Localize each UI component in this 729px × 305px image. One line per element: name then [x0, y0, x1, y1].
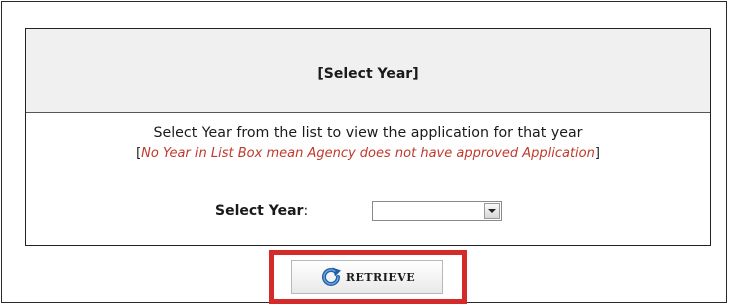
select-year-label: Select Year: — [215, 203, 309, 219]
panel-title: [Select Year] — [317, 65, 419, 82]
retrieve-label: RETRIEVE — [345, 270, 416, 284]
select-year-row: Select Year: — [26, 199, 710, 225]
select-year-panel: [Select Year] Select Year from the list … — [25, 28, 711, 246]
instruction-text: Select Year from the list to view the ap… — [153, 125, 583, 141]
year-select-dropdown[interactable] — [372, 201, 502, 221]
chevron-down-icon[interactable] — [484, 203, 500, 219]
retrieve-button[interactable]: RETRIEVE — [291, 260, 443, 294]
note-message: No Year in List Box mean Agency does not… — [141, 146, 595, 161]
note-close-bracket: ] — [594, 146, 600, 161]
note-text: [No Year in List Box mean Agency does no… — [26, 146, 710, 161]
refresh-arrow-icon — [321, 267, 341, 286]
retrieve-highlight-box: RETRIEVE — [269, 250, 467, 304]
page-frame: [Select Year] Select Year from the list … — [1, 1, 727, 304]
panel-header: [Select Year] — [26, 29, 710, 113]
